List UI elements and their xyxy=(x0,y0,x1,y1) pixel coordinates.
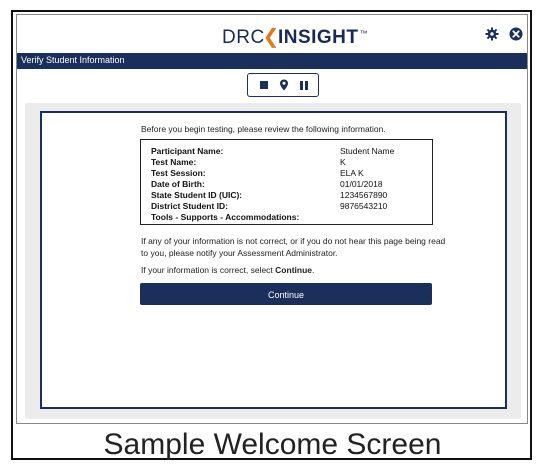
info-row: Test Session: ELA K xyxy=(151,168,426,179)
logo-trademark: ™ xyxy=(359,28,368,38)
header: DRC❮INSIGHT™ xyxy=(17,15,527,53)
confirm-instruction: If your information is correct, select C… xyxy=(141,264,314,276)
info-row: Tools - Supports - Accommodations: xyxy=(151,212,426,223)
info-label: District Student ID: xyxy=(151,201,228,211)
notice-line-1: If any of your information is not correc… xyxy=(141,236,446,246)
info-label: Test Name: xyxy=(151,157,197,167)
student-info-box: Participant Name: Student Name Test Name… xyxy=(140,139,433,225)
intro-text: Before you begin testing, please review … xyxy=(141,124,386,134)
stop-icon[interactable] xyxy=(257,78,271,92)
info-row: District Student ID: 9876543210 xyxy=(151,201,426,212)
confirm-prefix: If your information is correct, select xyxy=(141,265,276,275)
info-value: ELA K xyxy=(340,168,364,178)
info-label: Participant Name: xyxy=(151,146,224,156)
info-value: 9876543210 xyxy=(340,201,388,211)
close-icon[interactable] xyxy=(509,27,523,41)
gear-icon[interactable] xyxy=(485,27,499,41)
info-row: Participant Name: Student Name xyxy=(151,146,426,157)
info-row: State Student ID (UIC): 1234567890 xyxy=(151,190,426,201)
figure-caption: Sample Welcome Screen xyxy=(103,428,442,461)
logo-insight-text: INSIGHT xyxy=(277,27,359,48)
info-value: 01/01/2018 xyxy=(340,179,383,189)
logo-drc-text: DRC xyxy=(222,27,265,48)
confirm-suffix: . xyxy=(312,265,315,275)
page-title: Verify Student Information xyxy=(21,55,125,65)
info-label: Tools - Supports - Accommodations: xyxy=(151,212,300,222)
drc-insight-logo: DRC❮INSIGHT™ xyxy=(222,24,368,49)
info-value: Student Name xyxy=(340,146,395,156)
map-pin-icon[interactable] xyxy=(277,78,291,92)
continue-button[interactable]: Continue xyxy=(140,283,432,305)
info-row: Date of Birth: 01/01/2018 xyxy=(151,179,426,190)
info-value: K xyxy=(340,157,346,167)
app-window: DRC❮INSIGHT™ Verify Student Information … xyxy=(16,14,528,424)
pause-icon[interactable] xyxy=(297,78,311,92)
test-toolbar xyxy=(247,73,319,97)
title-bar: Verify Student Information xyxy=(17,53,527,69)
info-value: 1234567890 xyxy=(340,190,388,200)
info-row: Test Name: K xyxy=(151,157,426,168)
info-label: Date of Birth: xyxy=(151,179,205,189)
notice-line-2: to you, please notify your Assessment Ad… xyxy=(141,248,338,258)
info-label: State Student ID (UIC): xyxy=(151,190,243,200)
info-label: Test Session: xyxy=(151,168,206,178)
confirm-bold: Continue xyxy=(275,265,312,275)
